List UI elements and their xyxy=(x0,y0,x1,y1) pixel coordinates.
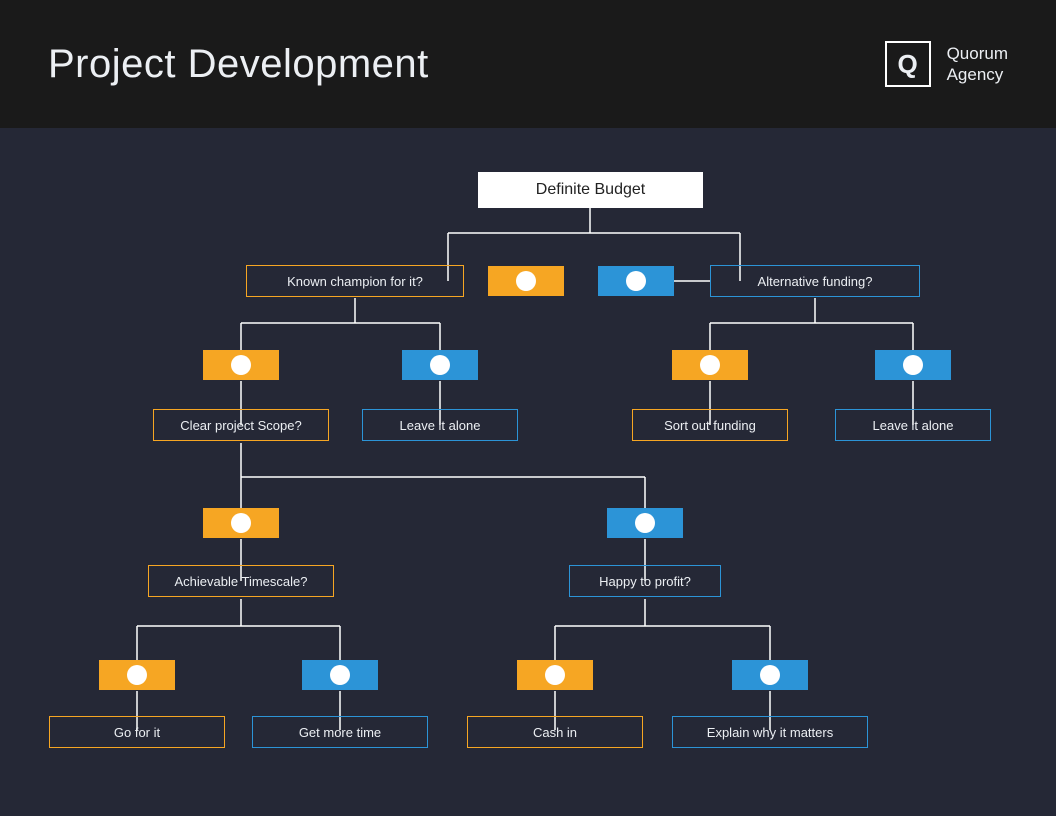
brand-line1: Quorum xyxy=(947,43,1008,64)
no-chip xyxy=(732,660,808,690)
check-icon xyxy=(700,355,720,375)
leaf-go-for-it: Go for it xyxy=(49,716,225,748)
question-profit: Happy to profit? xyxy=(569,565,721,597)
brand: Q Quorum Agency xyxy=(885,41,1008,87)
connectors xyxy=(0,128,1056,816)
check-icon xyxy=(231,513,251,533)
question-scope: Clear project Scope? xyxy=(153,409,329,441)
check-icon xyxy=(545,665,565,685)
flowchart: Definite Budget Known champion for it? A… xyxy=(0,128,1056,816)
yes-chip xyxy=(517,660,593,690)
page-title: Project Development xyxy=(48,42,429,87)
cross-icon xyxy=(626,271,646,291)
question-alt-funding: Alternative funding? xyxy=(710,265,920,297)
leaf-leave-it-2: Leave it alone xyxy=(835,409,991,441)
yes-chip xyxy=(203,508,279,538)
leaf-leave-it-1: Leave it alone xyxy=(362,409,518,441)
header: Project Development Q Quorum Agency xyxy=(0,0,1056,128)
yes-chip xyxy=(488,266,564,296)
brand-glyph: Q xyxy=(885,41,931,87)
leaf-sort-funding: Sort out funding xyxy=(632,409,788,441)
brand-name: Quorum Agency xyxy=(947,43,1008,86)
cross-icon xyxy=(330,665,350,685)
cross-icon xyxy=(760,665,780,685)
no-chip xyxy=(875,350,951,380)
no-chip xyxy=(402,350,478,380)
check-icon xyxy=(231,355,251,375)
yes-chip xyxy=(672,350,748,380)
check-icon xyxy=(516,271,536,291)
leaf-explain: Explain why it matters xyxy=(672,716,868,748)
leaf-cash-in: Cash in xyxy=(467,716,643,748)
no-chip xyxy=(598,266,674,296)
check-icon xyxy=(127,665,147,685)
cross-icon xyxy=(430,355,450,375)
no-chip xyxy=(302,660,378,690)
cross-icon xyxy=(903,355,923,375)
root-node: Definite Budget xyxy=(478,172,703,208)
leaf-more-time: Get more time xyxy=(252,716,428,748)
no-chip xyxy=(607,508,683,538)
question-champion: Known champion for it? xyxy=(246,265,464,297)
yes-chip xyxy=(203,350,279,380)
yes-chip xyxy=(99,660,175,690)
cross-icon xyxy=(635,513,655,533)
page: Project Development Q Quorum Agency xyxy=(0,0,1056,816)
brand-line2: Agency xyxy=(947,64,1008,85)
question-timescale: Achievable Timescale? xyxy=(148,565,334,597)
